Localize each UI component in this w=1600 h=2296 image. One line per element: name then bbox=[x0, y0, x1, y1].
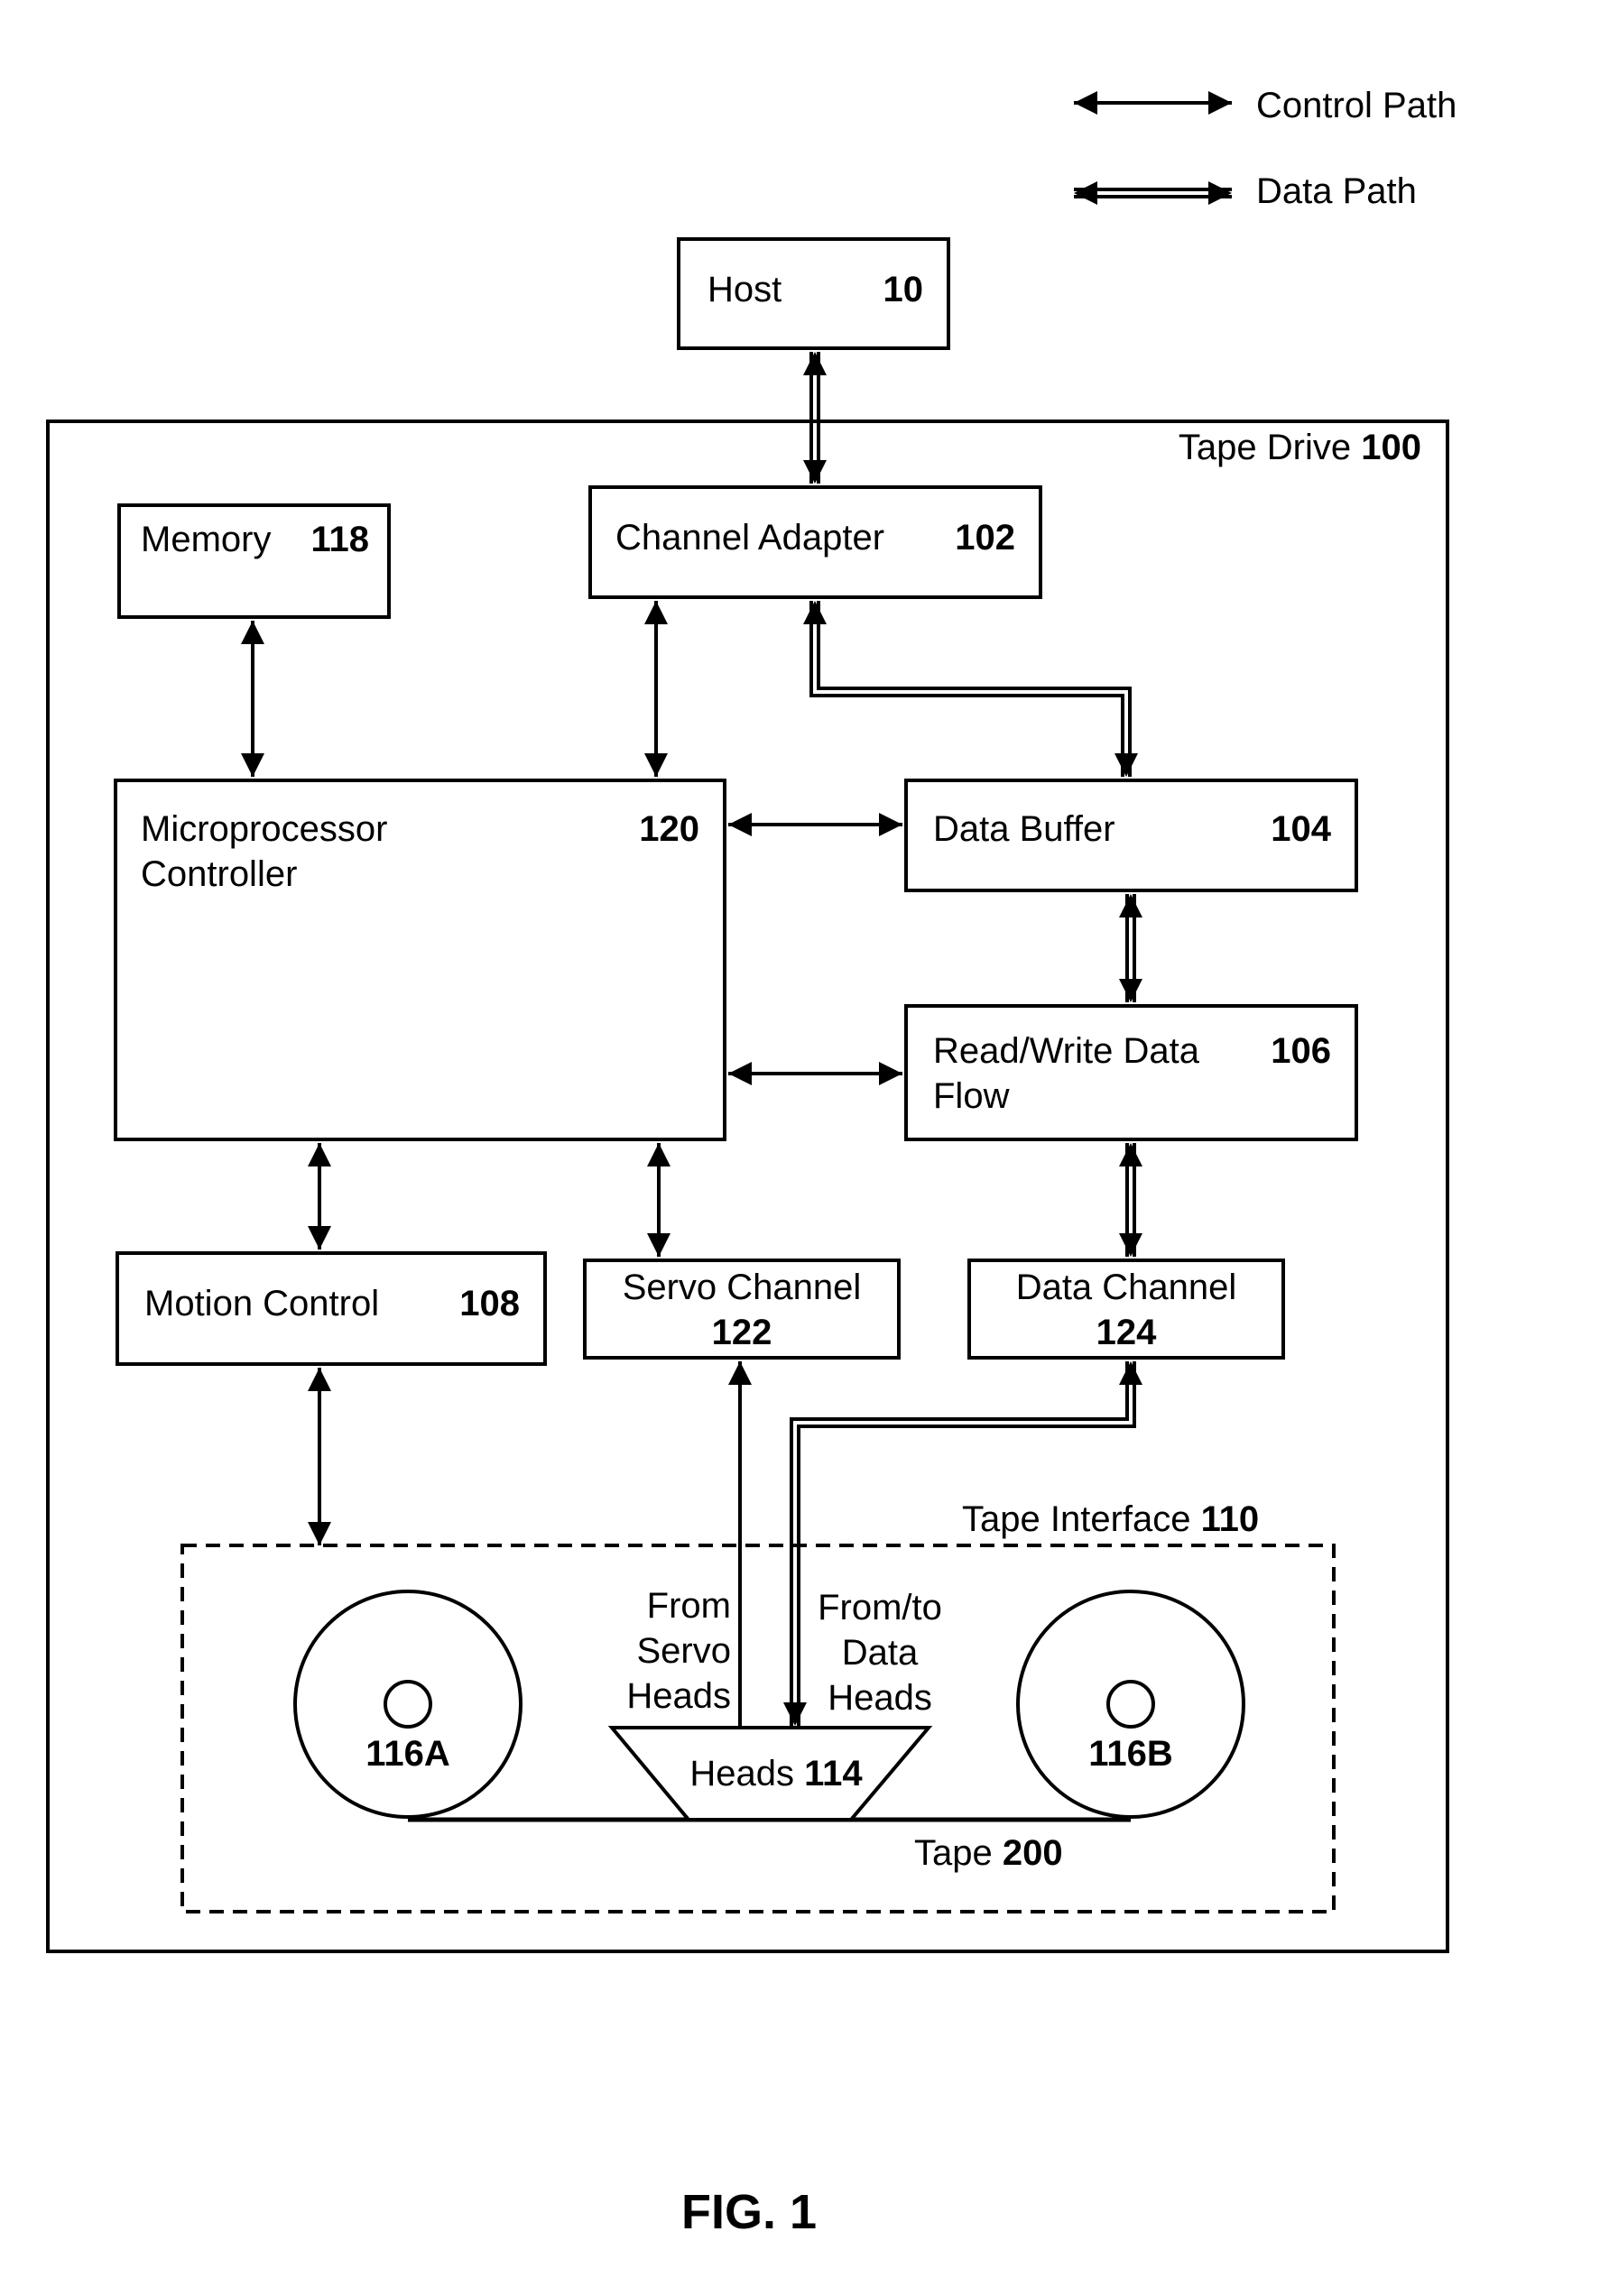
heads-label: Heads 114 bbox=[668, 1752, 884, 1795]
data-buffer-label: Data Buffer bbox=[933, 809, 1115, 849]
from-to-data-line1: From/to bbox=[818, 1588, 942, 1627]
tape-drive-boundary bbox=[46, 420, 1449, 1953]
host-label: Host bbox=[708, 270, 782, 309]
legend-control-path-label: Control Path bbox=[1256, 86, 1457, 125]
tape-name: Tape bbox=[914, 1833, 993, 1873]
read-write-data-flow-block: Read/Write Data Flow 106 bbox=[904, 1004, 1358, 1141]
memory-label: Memory bbox=[141, 520, 272, 559]
legend-control-path-arrow-arrowhead-end bbox=[1208, 91, 1232, 115]
motion-control-label: Motion Control bbox=[144, 1284, 380, 1323]
microprocessor-label-line1: Microprocessor bbox=[141, 809, 388, 849]
tape-interface-label: Tape Interface 110 bbox=[962, 1498, 1259, 1541]
rw-data-flow-ref: 106 bbox=[1271, 1031, 1331, 1071]
data-channel-label: Data Channel bbox=[1015, 1268, 1237, 1307]
rw-data-flow-label-line2: Flow bbox=[933, 1076, 1010, 1116]
tape-label: Tape 200 bbox=[914, 1831, 1063, 1875]
microprocessor-ref: 120 bbox=[639, 809, 699, 849]
tape-interface-ref: 110 bbox=[1200, 1499, 1260, 1539]
reel-116a-label: 116A bbox=[365, 1734, 450, 1774]
tape-drive-ref: 100 bbox=[1361, 428, 1421, 467]
servo-channel-label: Servo Channel bbox=[622, 1268, 862, 1307]
tape-drive-name: Tape Drive bbox=[1178, 428, 1352, 467]
host-channel-adapter-data-path-arrowhead-start bbox=[803, 352, 827, 375]
microprocessor-label-line2: Controller bbox=[141, 854, 298, 894]
channel-adapter-ref: 102 bbox=[955, 518, 1015, 558]
from-servo-line3: Heads bbox=[626, 1676, 731, 1716]
channel-adapter-label: Channel Adapter bbox=[615, 518, 885, 558]
figure-caption: FIG. 1 bbox=[680, 2185, 818, 2239]
from-to-data-line2: Data bbox=[841, 1633, 919, 1673]
servo-channel-ref: 122 bbox=[711, 1313, 772, 1352]
from-servo-line1: From bbox=[646, 1586, 731, 1626]
host-ref: 10 bbox=[883, 270, 924, 309]
legend-data-path-arrow-arrowhead-start bbox=[1074, 181, 1097, 205]
memory-ref: 118 bbox=[310, 520, 369, 559]
servo-channel-block: Servo Channel 122 bbox=[583, 1259, 901, 1360]
tape-interface-name: Tape Interface bbox=[962, 1499, 1191, 1539]
legend-data-path-label: Data Path bbox=[1256, 171, 1417, 211]
motion-control-ref: 108 bbox=[459, 1284, 520, 1323]
rw-data-flow-label-line1: Read/Write Data bbox=[933, 1031, 1199, 1071]
heads-name: Heads bbox=[689, 1754, 794, 1793]
reel-116b-label: 116B bbox=[1088, 1734, 1173, 1774]
from-servo-line2: Servo bbox=[636, 1631, 732, 1671]
host-block: Host 10 bbox=[677, 237, 950, 350]
memory-block: Memory 118 bbox=[117, 503, 391, 619]
tape-drive-label: Tape Drive 100 bbox=[1179, 426, 1421, 469]
tape-ref: 200 bbox=[1002, 1833, 1063, 1873]
data-channel-block: Data Channel 124 bbox=[967, 1259, 1285, 1360]
data-channel-ref: 124 bbox=[1096, 1313, 1157, 1352]
from-to-data-line3: Heads bbox=[828, 1678, 932, 1718]
heads-ref: 114 bbox=[804, 1754, 863, 1793]
legend-data-path-arrow-arrowhead-end bbox=[1208, 181, 1232, 205]
legend-control-path-arrow-arrowhead-start bbox=[1074, 91, 1097, 115]
channel-adapter-block: Channel Adapter 102 bbox=[588, 485, 1042, 599]
microprocessor-controller-block: Microprocessor Controller 120 bbox=[114, 779, 726, 1141]
data-buffer-block: Data Buffer 104 bbox=[904, 779, 1358, 892]
motion-control-block: Motion Control 108 bbox=[116, 1251, 547, 1366]
data-buffer-ref: 104 bbox=[1271, 809, 1331, 849]
